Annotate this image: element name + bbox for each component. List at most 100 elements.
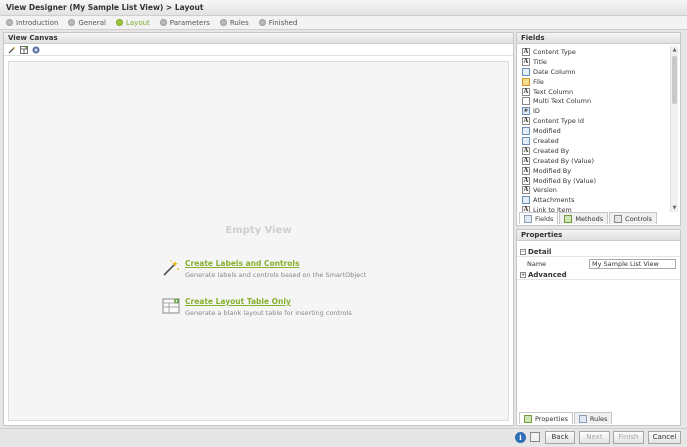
back-button[interactable]: Back [545,431,575,444]
tab-controls[interactable]: Controls [609,212,658,224]
name-field[interactable]: My Sample List View [589,258,676,269]
step-rules[interactable]: Rules [219,19,249,27]
expand-icon[interactable]: + [520,271,526,278]
collapse-icon[interactable]: − [520,248,526,255]
section-label: Advanced [528,270,567,279]
info-icon[interactable]: i [515,432,526,443]
field-label: Modified By (Value) [533,176,597,185]
create-labels-link[interactable]: Create Labels and Controls [185,259,366,268]
step-dot-icon [159,19,167,26]
step-label: Introduction [16,18,59,27]
field-item[interactable]: A Version [519,185,672,195]
tab-label: Fields [535,214,554,223]
step-general[interactable]: General [68,19,106,27]
section-label: Detail [528,247,552,256]
tab-methods[interactable]: Methods [559,212,609,224]
field-item[interactable]: A Content Type [519,47,672,57]
canvas-title: View Canvas [4,33,513,44]
fields-tabs: Fields Methods Controls [519,212,658,224]
step-layout[interactable]: Layout [115,19,150,27]
step-label: General [78,18,106,27]
scroll-thumb[interactable] [672,56,677,104]
field-item[interactable]: A Created By (Value) [519,156,672,166]
field-label: Text Column [533,87,574,96]
date-field-icon [522,136,530,145]
text-field-icon: A [522,117,530,126]
create-labels-action[interactable]: Create Labels and Controls Generate labe… [162,259,366,279]
step-dot-icon [6,19,13,26]
text-field-icon: A [522,166,530,175]
file-field-icon [522,77,530,86]
wand-icon[interactable] [8,46,16,54]
empty-view-title: Empty View [225,225,292,236]
field-item[interactable]: Modified [519,126,672,136]
field-list: A Content Type A Title Date Column File A Text … [519,46,672,212]
create-layout-action[interactable]: Create Layout Table Only Generate a blan… [162,297,352,317]
field-label: Version [533,186,557,195]
scroll-up-icon[interactable]: ▲ [671,46,678,54]
text-field-icon: A [522,57,530,66]
tab-rules[interactable]: Rules [573,412,613,424]
field-item[interactable]: A Text Column [519,87,672,97]
properties-tab-icon [524,414,532,423]
tab-label: Methods [575,214,604,223]
field-item[interactable]: Date Column [519,67,672,77]
field-item[interactable]: Attachments [519,195,672,205]
methods-tab-icon [564,214,573,223]
text-field-icon: A [522,87,530,96]
detail-section[interactable]: − Detail [517,247,680,257]
footer-bar: i Back Next Finish Cancel [0,428,687,447]
field-label: Multi Text Column [533,97,592,106]
tab-label: Properties [535,414,568,423]
field-label: Created [533,136,559,145]
step-finished[interactable]: Finished [258,18,298,27]
step-parameters[interactable]: Parameters [159,18,210,27]
tab-properties[interactable]: Properties [519,412,573,424]
property-row-name: Name My Sample List View [517,257,680,270]
next-button[interactable]: Next [579,431,610,444]
id-field-icon: # [522,107,530,116]
grid-icon[interactable] [530,432,540,442]
field-item[interactable]: A Title [519,57,672,67]
cancel-button[interactable]: Cancel [648,431,681,444]
field-label: Modified [533,127,561,136]
layout-table-large-icon [162,297,180,315]
settings-icon[interactable] [32,45,40,54]
date-field-icon [522,127,530,136]
layout-table-icon[interactable] [20,45,28,54]
step-introduction[interactable]: Introduction [6,19,58,27]
step-label: Parameters [169,18,210,27]
wizard-steps: Introduction General Layout Parameters R… [0,16,687,30]
field-item[interactable]: # ID [519,106,672,116]
fields-scrollbar[interactable]: ▲ ▼ [670,46,678,212]
advanced-section[interactable]: + Advanced [517,270,680,280]
field-item[interactable]: A Content Type Id [519,116,672,126]
magic-wand-icon [162,259,180,277]
field-item[interactable]: File [519,77,672,87]
properties-panel: Properties − Detail Name My Sample List … [516,229,681,426]
finish-button[interactable]: Finish [613,431,644,444]
create-layout-link[interactable]: Create Layout Table Only [185,297,352,306]
property-name: Name [527,259,547,268]
step-dot-icon [219,19,227,26]
field-item[interactable]: A Created By [519,146,672,156]
field-label: Content Type Id [533,117,584,126]
field-item[interactable]: Created [519,136,672,146]
step-dot-icon [68,19,76,26]
field-item[interactable]: Multi Text Column [519,96,672,106]
tab-label: Rules [589,414,608,423]
field-item[interactable]: A Modified By [519,166,672,176]
text-field-icon: A [522,47,530,56]
tab-fields[interactable]: Fields [519,212,559,224]
field-label: Content Type [533,47,576,56]
window-title: View Designer (My Sample List View) > La… [0,0,687,16]
properties-tabs: Properties Rules [519,412,613,424]
fields-panel: Fields A Content Type A Title Date Column Fil… [516,32,681,226]
design-area[interactable]: Empty View Create Labels and Controls Ge… [8,61,509,421]
text-field-icon: A [522,176,530,185]
scroll-down-icon[interactable]: ▼ [671,204,678,212]
step-label: Finished [268,18,298,27]
field-item[interactable]: A Modified By (Value) [519,176,672,186]
field-label: Title [533,57,547,66]
field-item[interactable]: A Link to Item [519,205,672,212]
